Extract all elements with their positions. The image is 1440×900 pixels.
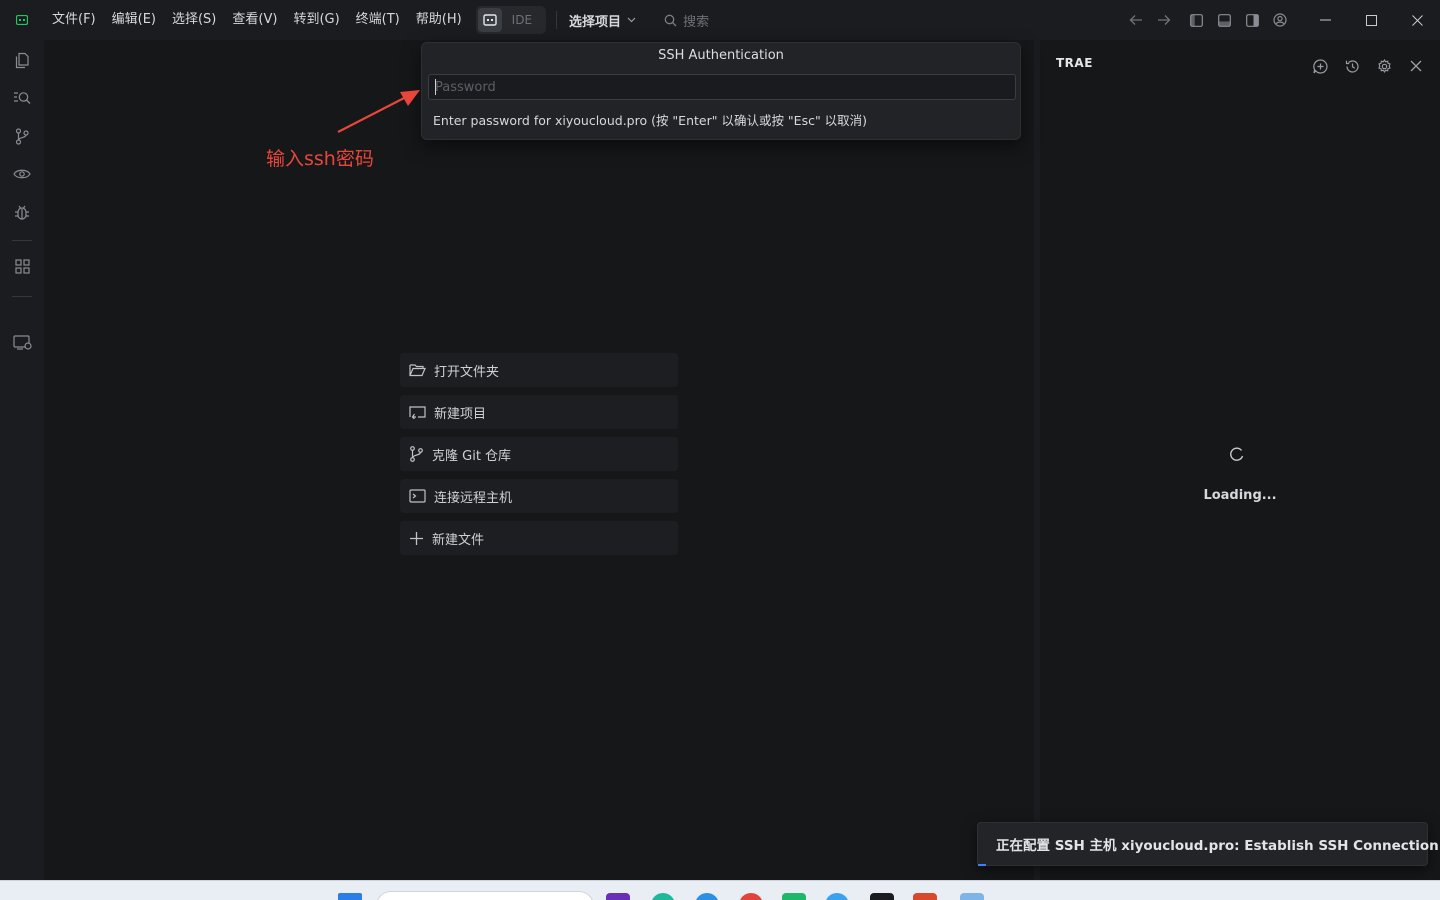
account-icon[interactable]: [1266, 6, 1294, 34]
git-branch-icon: [410, 446, 423, 462]
close-icon: [1411, 14, 1423, 26]
taskbar-app-icon[interactable]: [870, 893, 894, 900]
activity-separator: [12, 240, 32, 241]
panel-actions: [1306, 52, 1430, 80]
taskbar-search[interactable]: [376, 891, 594, 900]
loading-text: Loading...: [1203, 488, 1277, 503]
taskbar-app-icon[interactable]: [651, 893, 675, 900]
app-logo-icon: [0, 0, 44, 40]
source-control-icon[interactable]: [10, 124, 34, 148]
search-icon: [664, 14, 677, 26]
terminal-icon: [409, 489, 426, 503]
menu-terminal[interactable]: 终端(T): [348, 7, 408, 33]
mode-switch: IDE: [475, 6, 547, 34]
taskbar-app-icon[interactable]: [913, 893, 937, 900]
close-window-button[interactable]: [1394, 0, 1440, 40]
debug-bug-icon[interactable]: [10, 200, 34, 224]
open-folder-button[interactable]: 打开文件夹: [400, 353, 678, 387]
title-controls: [1122, 0, 1440, 40]
toggle-right-panel-icon[interactable]: [1238, 6, 1266, 34]
menu-go[interactable]: 转到(G): [285, 7, 347, 33]
new-chat-icon[interactable]: [1306, 52, 1334, 80]
plus-icon: [410, 531, 423, 545]
folder-open-icon: [409, 364, 426, 377]
minimize-icon: [1319, 19, 1331, 21]
history-icon[interactable]: [1338, 52, 1366, 80]
project-selector[interactable]: 选择项目: [569, 11, 636, 30]
menu-help[interactable]: 帮助(H): [408, 7, 470, 33]
welcome-actions: 打开文件夹 新建项目 克隆 Git 仓库 连接远程主机 新建文件: [400, 353, 678, 563]
preview-eye-icon[interactable]: [10, 162, 34, 186]
new-project-icon: [409, 406, 426, 419]
activity-separator: [12, 296, 32, 297]
title-divider: [556, 11, 558, 29]
taskbar-app-icon[interactable]: [782, 893, 806, 900]
menu-edit[interactable]: 编辑(E): [104, 7, 164, 33]
chevron-down-icon: [627, 17, 636, 23]
taskbar-app-icon[interactable]: [695, 893, 719, 900]
menu-bar: 文件(F) 编辑(E) 选择(S) 查看(V) 转到(G) 终端(T) 帮助(H…: [44, 0, 470, 40]
title-bar: 文件(F) 编辑(E) 选择(S) 查看(V) 转到(G) 终端(T) 帮助(H…: [0, 0, 1440, 40]
maximize-icon: [1365, 14, 1377, 26]
windows-start-icon[interactable]: [338, 893, 362, 900]
trae-ai-panel: TRAE Loading...: [1040, 40, 1440, 880]
menu-selection[interactable]: 选择(S): [164, 7, 224, 33]
notification-text: 正在配置 SSH 主机 xiyoucloud.pro: Establish SS…: [996, 838, 1439, 854]
quick-input-message: Enter password for xiyoucloud.pro (按 "En…: [433, 113, 868, 128]
close-panel-icon[interactable]: [1402, 52, 1430, 80]
taskbar-app-icon[interactable]: [825, 893, 849, 900]
ssh-auth-quick-input: SSH Authentication Enter password for xi…: [421, 42, 1021, 140]
notification-toast[interactable]: 正在配置 SSH 主机 xiyoucloud.pro: Establish SS…: [977, 822, 1439, 866]
clone-git-button[interactable]: 克隆 Git 仓库: [400, 437, 678, 471]
annotation-label: 输入ssh密码: [266, 148, 374, 170]
new-project-button[interactable]: 新建项目: [400, 395, 678, 429]
new-project-label: 新建项目: [434, 406, 487, 422]
os-taskbar: [0, 880, 1440, 900]
robot-icon: [482, 14, 497, 26]
maximize-button[interactable]: [1348, 0, 1394, 40]
clone-git-label: 克隆 Git 仓库: [432, 448, 512, 464]
editor-area: 打开文件夹 新建项目 克隆 Git 仓库 连接远程主机 新建文件: [44, 40, 1034, 880]
back-arrow-icon[interactable]: [1122, 6, 1150, 34]
open-folder-label: 打开文件夹: [434, 364, 500, 380]
taskbar-app-icon[interactable]: [606, 893, 630, 900]
password-input[interactable]: [428, 74, 1016, 100]
extensions-icon[interactable]: [10, 254, 34, 278]
quick-input-title: SSH Authentication: [658, 48, 784, 63]
solo-mode-button[interactable]: [477, 8, 502, 32]
panel-title: TRAE: [1056, 56, 1093, 70]
new-file-button[interactable]: 新建文件: [400, 521, 678, 555]
minimize-button[interactable]: [1302, 0, 1348, 40]
taskbar-app-icon[interactable]: [960, 893, 984, 900]
settings-gear-icon[interactable]: [1370, 52, 1398, 80]
forward-arrow-icon[interactable]: [1150, 6, 1178, 34]
search-input[interactable]: 搜索: [664, 11, 709, 30]
menu-view[interactable]: 查看(V): [224, 7, 285, 33]
text-caret: [435, 79, 436, 95]
search-placeholder: 搜索: [683, 14, 710, 30]
toggle-left-panel-icon[interactable]: [1182, 6, 1210, 34]
menu-file[interactable]: 文件(F): [44, 7, 104, 33]
connect-remote-button[interactable]: 连接远程主机: [400, 479, 678, 513]
ide-mode-button[interactable]: IDE: [502, 8, 544, 32]
explorer-icon[interactable]: [10, 48, 34, 72]
new-file-label: 新建文件: [432, 532, 485, 548]
taskbar-app-icon[interactable]: [739, 893, 763, 900]
connect-remote-label: 连接远程主机: [434, 490, 513, 506]
activity-bar: [0, 40, 44, 880]
notification-progress: [978, 864, 986, 866]
toggle-bottom-panel-icon[interactable]: [1210, 6, 1238, 34]
remote-explorer-icon[interactable]: [10, 330, 34, 354]
annotation-arrow: [337, 90, 420, 133]
project-selector-label: 选择项目: [569, 14, 622, 30]
search-view-icon[interactable]: [10, 86, 34, 110]
loading-spinner-icon: [1229, 446, 1245, 462]
